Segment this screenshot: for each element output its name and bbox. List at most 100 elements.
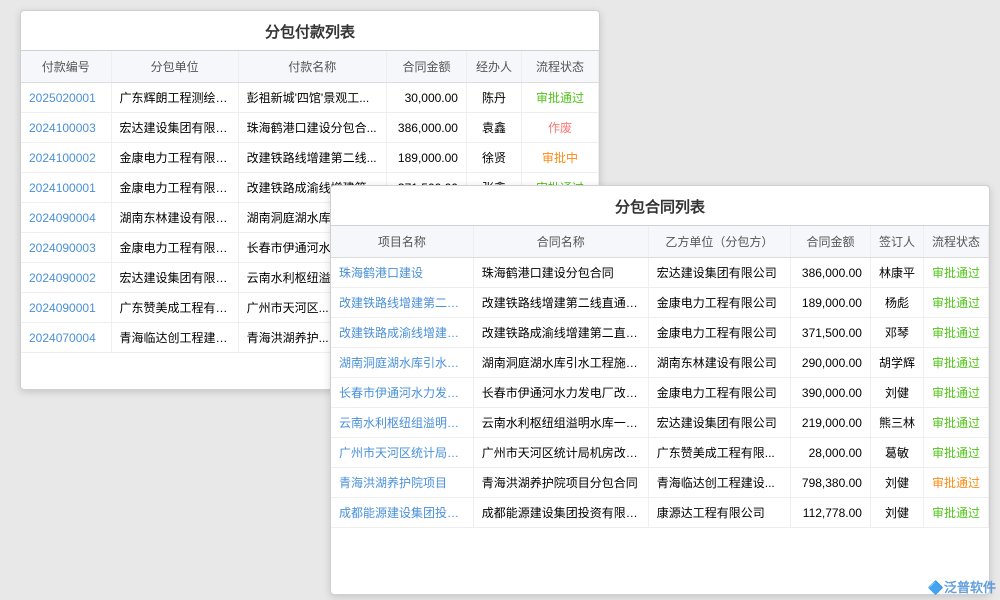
payment-handler: 陈丹 (466, 83, 521, 113)
contract-project[interactable]: 改建铁路成渝线增建第二直通线... (331, 318, 473, 348)
contract-project[interactable]: 长春市伊通河水力发电厂改建工程 (331, 378, 473, 408)
contract-status: 审批通过 (923, 288, 988, 318)
payment-handler: 袁鑫 (466, 113, 521, 143)
payment-unit: 湖南东林建设有限公司 (111, 203, 238, 233)
payment-unit: 广东赞美成工程有限公司 (111, 293, 238, 323)
payment-name: 改建铁路线增建第二线... (238, 143, 386, 173)
contract-party: 康源达工程有限公司 (648, 498, 790, 528)
col-payment-id: 付款编号 (21, 51, 111, 83)
contract-project[interactable]: 湖南洞庭湖水库引水工程施工标 (331, 348, 473, 378)
contract-name: 珠海鹤港口建设分包合同 (473, 258, 648, 288)
contract-amount: 386,000.00 (790, 258, 870, 288)
contract-project[interactable]: 珠海鹤港口建设 (331, 258, 473, 288)
watermark-text: 泛普软件 (944, 580, 996, 595)
contract-amount: 371,500.00 (790, 318, 870, 348)
payment-panel-title: 分包付款列表 (21, 11, 599, 51)
contract-table: 项目名称 合同名称 乙方单位（分包方） 合同金额 签订人 流程状态 珠海鹤港口建… (331, 226, 989, 528)
payment-unit: 金康电力工程有限公司 (111, 233, 238, 263)
contract-table-row[interactable]: 珠海鹤港口建设 珠海鹤港口建设分包合同 宏达建设集团有限公司 386,000.0… (331, 258, 989, 288)
contract-table-header: 项目名称 合同名称 乙方单位（分包方） 合同金额 签订人 流程状态 (331, 226, 989, 258)
contract-status: 审批通过 (923, 258, 988, 288)
contract-name: 改建铁路成渝线增建第二直通线（成渝... (473, 318, 648, 348)
contract-name: 青海洪湖养护院项目分包合同 (473, 468, 648, 498)
contract-status: 审批通过 (923, 348, 988, 378)
payment-id[interactable]: 2024070004 (21, 323, 111, 353)
payment-name: 彭祖新城'四馆'景观工... (238, 83, 386, 113)
contract-signer: 熊三林 (870, 408, 923, 438)
contract-project[interactable]: 广州市天河区统计局机房改造项目 (331, 438, 473, 468)
col-contract-signer: 签订人 (870, 226, 923, 258)
contract-party: 宏达建设集团有限公司 (648, 258, 790, 288)
contract-party: 金康电力工程有限公司 (648, 288, 790, 318)
payment-table-row[interactable]: 2024100002 金康电力工程有限公司 改建铁路线增建第二线... 189,… (21, 143, 599, 173)
contract-amount: 219,000.00 (790, 408, 870, 438)
contract-status: 审批通过 (923, 468, 988, 498)
payment-unit: 金康电力工程有限公司 (111, 143, 238, 173)
payment-unit: 宏达建设集团有限公司 (111, 113, 238, 143)
contract-table-row[interactable]: 湖南洞庭湖水库引水工程施工标 湖南洞庭湖水库引水工程施工标分包合同 湖南东林建设… (331, 348, 989, 378)
contract-signer: 杨彪 (870, 288, 923, 318)
contract-amount: 28,000.00 (790, 438, 870, 468)
contract-name: 改建铁路线增建第二线直通线（成都-西... (473, 288, 648, 318)
payment-amount: 386,000.00 (386, 113, 466, 143)
payment-id[interactable]: 2024090003 (21, 233, 111, 263)
contract-signer: 林康平 (870, 258, 923, 288)
payment-id[interactable]: 2024100002 (21, 143, 111, 173)
contract-project[interactable]: 青海洪湖养护院项目 (331, 468, 473, 498)
payment-table-row[interactable]: 2025020001 广东辉朗工程测绘公司 彭祖新城'四馆'景观工... 30,… (21, 83, 599, 113)
contract-amount: 290,000.00 (790, 348, 870, 378)
payment-id[interactable]: 2024100003 (21, 113, 111, 143)
contract-party: 宏达建设集团有限公司 (648, 408, 790, 438)
payment-table-row[interactable]: 2024100003 宏达建设集团有限公司 珠海鹤港口建设分包合... 386,… (21, 113, 599, 143)
contract-panel: 分包合同列表 项目名称 合同名称 乙方单位（分包方） 合同金额 签订人 流程状态… (330, 185, 990, 595)
payment-unit: 金康电力工程有限公司 (111, 173, 238, 203)
contract-party: 金康电力工程有限公司 (648, 318, 790, 348)
contract-signer: 邓琴 (870, 318, 923, 348)
payment-id[interactable]: 2024100001 (21, 173, 111, 203)
contract-signer: 葛敏 (870, 438, 923, 468)
contract-name: 云南水利枢纽组溢明水库一期工程施工标... (473, 408, 648, 438)
payment-handler: 徐贤 (466, 143, 521, 173)
payment-status: 审批中 (521, 143, 598, 173)
contract-status: 审批通过 (923, 378, 988, 408)
contract-status: 审批通过 (923, 318, 988, 348)
col-contract-status: 流程状态 (923, 226, 988, 258)
col-payment-amount: 合同金额 (386, 51, 466, 83)
contract-status: 审批通过 (923, 498, 988, 528)
payment-status: 审批通过 (521, 83, 598, 113)
watermark-icon: 🔷 (928, 580, 944, 595)
contract-table-row[interactable]: 成都能源建设集团投资有限公司... 成都能源建设集团投资有限公司临时办... 康… (331, 498, 989, 528)
col-payment-name: 付款名称 (238, 51, 386, 83)
contract-table-row[interactable]: 云南水利枢纽组溢明水库一期工... 云南水利枢纽组溢明水库一期工程施工标... … (331, 408, 989, 438)
contract-amount: 798,380.00 (790, 468, 870, 498)
contract-table-row[interactable]: 改建铁路成渝线增建第二直通线... 改建铁路成渝线增建第二直通线（成渝... 金… (331, 318, 989, 348)
contract-project[interactable]: 成都能源建设集团投资有限公司... (331, 498, 473, 528)
col-contract-name: 合同名称 (473, 226, 648, 258)
contract-name: 湖南洞庭湖水库引水工程施工标分包合同 (473, 348, 648, 378)
payment-amount: 30,000.00 (386, 83, 466, 113)
contract-amount: 189,000.00 (790, 288, 870, 318)
payment-table-header: 付款编号 分包单位 付款名称 合同金额 经办人 流程状态 (21, 51, 599, 83)
contract-table-row[interactable]: 长春市伊通河水力发电厂改建工程 长春市伊通河水力发电厂改建工程分包... 金康电… (331, 378, 989, 408)
contract-party: 广东赞美成工程有限... (648, 438, 790, 468)
contract-party: 青海临达创工程建设... (648, 468, 790, 498)
contract-signer: 刘健 (870, 378, 923, 408)
contract-table-row[interactable]: 改建铁路线增建第二线直通线（... 改建铁路线增建第二线直通线（成都-西... … (331, 288, 989, 318)
payment-id[interactable]: 2025020001 (21, 83, 111, 113)
contract-project[interactable]: 云南水利枢纽组溢明水库一期工... (331, 408, 473, 438)
contract-party: 湖南东林建设有限公司 (648, 348, 790, 378)
payment-id[interactable]: 2024090001 (21, 293, 111, 323)
payment-id[interactable]: 2024090004 (21, 203, 111, 233)
payment-unit: 广东辉朗工程测绘公司 (111, 83, 238, 113)
contract-table-wrap: 项目名称 合同名称 乙方单位（分包方） 合同金额 签订人 流程状态 珠海鹤港口建… (331, 226, 989, 528)
contract-table-row[interactable]: 广州市天河区统计局机房改造项目 广州市天河区统计局机房改造项目分包... 广东赞… (331, 438, 989, 468)
payment-id[interactable]: 2024090002 (21, 263, 111, 293)
col-payment-status: 流程状态 (521, 51, 598, 83)
contract-status: 审批通过 (923, 408, 988, 438)
contract-party: 金康电力工程有限公司 (648, 378, 790, 408)
col-payment-unit: 分包单位 (111, 51, 238, 83)
contract-table-row[interactable]: 青海洪湖养护院项目 青海洪湖养护院项目分包合同 青海临达创工程建设... 798… (331, 468, 989, 498)
contract-project[interactable]: 改建铁路线增建第二线直通线（... (331, 288, 473, 318)
contract-signer: 胡学辉 (870, 348, 923, 378)
watermark: 🔷泛普软件 (928, 577, 996, 596)
